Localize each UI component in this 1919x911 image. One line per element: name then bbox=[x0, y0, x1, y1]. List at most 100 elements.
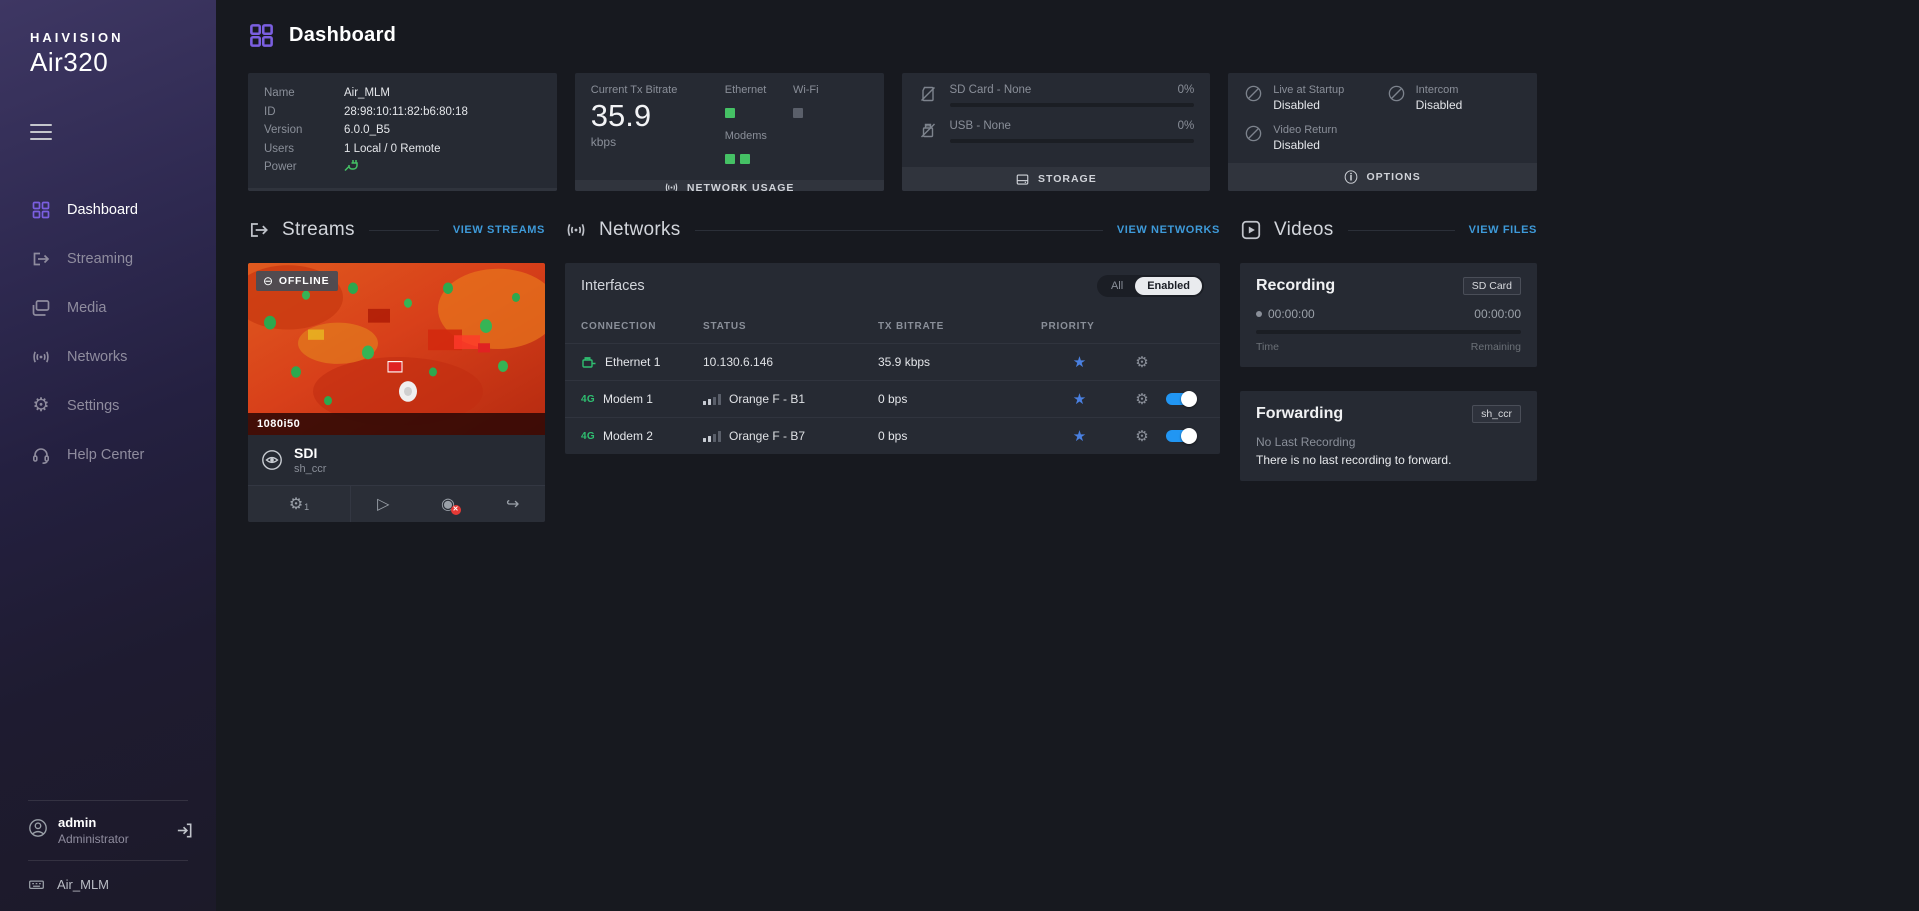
connection-status: Orange F - B1 bbox=[729, 392, 805, 406]
filter-all-button[interactable]: All bbox=[1099, 277, 1135, 295]
sidebar-item-settings[interactable]: ⚙ Settings bbox=[0, 381, 216, 430]
stream-info: SDI sh_ccr bbox=[248, 435, 545, 485]
bitrate-unit: kbps bbox=[591, 135, 699, 149]
forwarding-title: Forwarding bbox=[1256, 405, 1343, 423]
logout-icon[interactable] bbox=[175, 821, 194, 840]
interface-status-grid: Ethernet Wi-Fi Modems bbox=[725, 84, 819, 169]
priority-star-icon[interactable]: ★ bbox=[1041, 353, 1118, 371]
forwarding-message-title: No Last Recording bbox=[1256, 435, 1521, 449]
filter-enabled-button[interactable]: Enabled bbox=[1135, 277, 1202, 295]
networks-title: Networks bbox=[599, 219, 681, 241]
status-badge: ⊖ OFFLINE bbox=[256, 271, 338, 291]
interface-enabled-toggle[interactable] bbox=[1166, 393, 1196, 405]
stream-card[interactable]: ⊖ OFFLINE 1080i50 SDI sh_ccr bbox=[248, 263, 545, 522]
view-streams-link[interactable]: VIEW STREAMS bbox=[453, 224, 545, 236]
device-row-value: 1 Local / 0 Remote bbox=[344, 140, 441, 159]
device-footer-button[interactable]: DEVICE bbox=[248, 188, 557, 192]
modem1-status-square bbox=[725, 154, 735, 164]
device-icon bbox=[368, 188, 383, 192]
network-usage-footer-button[interactable]: NETWORK USAGE bbox=[575, 180, 884, 191]
interface-settings-gear-icon[interactable]: ⚙ bbox=[1118, 353, 1166, 371]
bitrate-block: Current Tx Bitrate 35.9 kbps bbox=[591, 84, 699, 169]
play-stream-button[interactable]: ▷ bbox=[351, 486, 416, 522]
networks-antenna-icon bbox=[30, 346, 52, 368]
offline-circle-icon: ⊖ bbox=[263, 274, 274, 288]
usb-progress-bar bbox=[950, 139, 1195, 143]
sidebar-device-name: Air_MLM bbox=[57, 877, 109, 892]
interface-settings-gear-icon[interactable]: ⚙ bbox=[1118, 390, 1166, 408]
device-name-row[interactable]: Air_MLM bbox=[0, 861, 216, 911]
option-label: Intercom bbox=[1416, 84, 1463, 96]
status-cell: Orange F - B1 bbox=[703, 392, 878, 406]
interface-enabled-toggle[interactable] bbox=[1166, 430, 1196, 442]
device-icon bbox=[28, 876, 45, 893]
user-name: admin bbox=[58, 815, 165, 830]
brand-name: HAIVISION bbox=[30, 30, 186, 45]
sd-card-progress-bar bbox=[950, 103, 1195, 107]
option-label: Video Return bbox=[1273, 124, 1337, 136]
videos-header: Videos VIEW FILES bbox=[1240, 215, 1537, 245]
usb-disabled-icon bbox=[918, 120, 938, 140]
tx-bitrate-cell: 35.9 kbps bbox=[878, 355, 1041, 369]
device-row-value: 28:98:10:11:82:b6:80:18 bbox=[344, 103, 468, 122]
device-footer-label: DEVICE bbox=[391, 189, 436, 191]
sidebar-item-streaming[interactable]: Streaming bbox=[0, 234, 216, 283]
hamburger-menu-icon[interactable] bbox=[30, 124, 52, 145]
divider bbox=[369, 230, 439, 231]
streams-title: Streams bbox=[282, 219, 355, 241]
videos-column: Videos VIEW FILES Recording SD Card 0 bbox=[1240, 215, 1537, 505]
interface-settings-gear-icon[interactable]: ⚙ bbox=[1118, 427, 1166, 445]
stream-status-text: OFFLINE bbox=[279, 275, 330, 287]
networks-column: Networks VIEW NETWORKS Interfaces All En… bbox=[565, 215, 1220, 454]
recording-time-row: 00:00:00 00:00:00 bbox=[1256, 307, 1521, 321]
device-row-label: Users bbox=[264, 140, 344, 159]
networks-header: Networks VIEW NETWORKS bbox=[565, 215, 1220, 245]
video-return-disabled-icon bbox=[1244, 124, 1263, 143]
stream-thumbnail[interactable]: ⊖ OFFLINE 1080i50 bbox=[248, 263, 545, 435]
sidebar-item-help-center[interactable]: Help Center bbox=[0, 430, 216, 479]
device-row-value: 6.0.0_B5 bbox=[344, 121, 390, 140]
page-title: Dashboard bbox=[289, 24, 396, 47]
record-stream-button[interactable]: ◉ ✕ bbox=[416, 486, 481, 522]
intercom-disabled-icon bbox=[1387, 84, 1406, 103]
table-row: 4G Modem 1 Orange F - B1 0 bps ★ ⚙ bbox=[565, 380, 1220, 417]
storage-footer-button[interactable]: STORAGE bbox=[902, 167, 1211, 191]
antenna-icon bbox=[664, 180, 679, 191]
table-row: 4G Modem 2 Orange F - B7 0 bps ★ ⚙ bbox=[565, 417, 1220, 454]
stream-resolution: 1080i50 bbox=[248, 413, 545, 435]
status-cell: 10.130.6.146 bbox=[703, 355, 878, 369]
priority-star-icon[interactable]: ★ bbox=[1041, 390, 1118, 408]
priority-star-icon[interactable]: ★ bbox=[1041, 427, 1118, 445]
status-cell: Orange F - B7 bbox=[703, 429, 878, 443]
device-row-label: ID bbox=[264, 103, 344, 122]
sidebar-item-networks[interactable]: Networks bbox=[0, 332, 216, 381]
4g-badge: 4G bbox=[581, 394, 595, 405]
connection-status: 10.130.6.146 bbox=[703, 355, 773, 369]
sidebar-nav: Dashboard Streaming Media Networks bbox=[0, 185, 216, 479]
options-footer-button[interactable]: ⓘ OPTIONS bbox=[1228, 163, 1537, 191]
sd-card-row: SD Card - None 0% bbox=[918, 84, 1195, 107]
sidebar-item-media[interactable]: Media bbox=[0, 283, 216, 332]
streams-header: Streams VIEW STREAMS bbox=[248, 215, 545, 245]
view-files-link[interactable]: VIEW FILES bbox=[1469, 224, 1537, 236]
interfaces-filter-toggle: All Enabled bbox=[1097, 275, 1204, 297]
main-content: Dashboard NameAir_MLM ID28:98:10:11:82:b… bbox=[216, 0, 1919, 911]
stream-settings-button[interactable]: ⚙ 1 bbox=[248, 486, 351, 522]
info-icon: ⓘ bbox=[1344, 171, 1358, 184]
connection-name: Modem 1 bbox=[603, 392, 653, 406]
storage-drive-icon bbox=[1015, 172, 1030, 187]
option-value: Disabled bbox=[1416, 98, 1463, 112]
options-card-body: Live at Startup Disabled Intercom Disabl… bbox=[1228, 73, 1537, 163]
sidebar-item-dashboard[interactable]: Dashboard bbox=[0, 185, 216, 234]
record-dot-icon bbox=[1256, 311, 1262, 317]
connection-cell: 4G Modem 1 bbox=[581, 392, 703, 406]
option-value: Disabled bbox=[1273, 98, 1344, 112]
modem2-status-square bbox=[740, 154, 750, 164]
storage-card-body: SD Card - None 0% USB - None bbox=[902, 73, 1211, 167]
view-networks-link[interactable]: VIEW NETWORKS bbox=[1117, 224, 1220, 236]
user-row: admin Administrator bbox=[0, 801, 216, 860]
sidebar-item-label: Help Center bbox=[67, 447, 144, 463]
gear-icon: ⚙ bbox=[289, 494, 303, 514]
sidebar-item-label: Streaming bbox=[67, 251, 133, 267]
forward-stream-button[interactable]: ↪ bbox=[480, 486, 545, 522]
